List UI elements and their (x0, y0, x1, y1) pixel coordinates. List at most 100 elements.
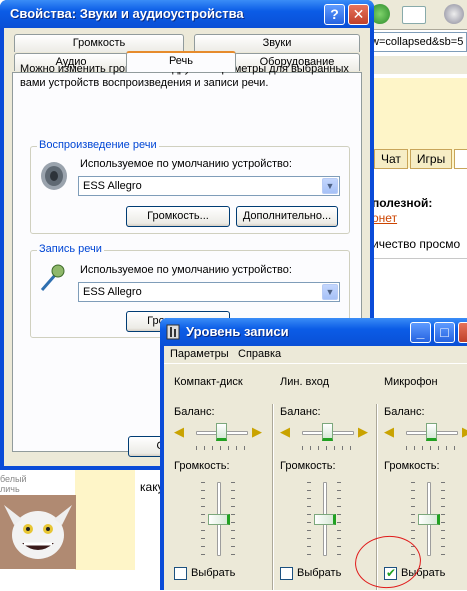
balance-tick (318, 446, 319, 450)
balance-slider-thumb[interactable] (216, 423, 227, 441)
volume-tick (441, 506, 445, 507)
volume-tick (441, 482, 445, 483)
volume-slider-thumb[interactable] (208, 514, 230, 525)
volume-tick (201, 522, 205, 523)
select-checkbox[interactable] (280, 567, 293, 580)
address-bar[interactable]: w=collapsed&sb=5 (368, 32, 467, 52)
volume-tick (307, 498, 311, 499)
balance-label: Баланс: (384, 406, 425, 418)
playback-device-label: Используемое по умолчанию устройство: (80, 158, 292, 170)
chevron-down-icon[interactable]: ▼ (322, 284, 338, 300)
volume-tick (201, 546, 205, 547)
volume-tick (201, 530, 205, 531)
balance-tick (310, 446, 311, 450)
maximize-button[interactable]: □ (434, 322, 455, 343)
volume-label: Громкость: (174, 460, 230, 472)
tab-sounds[interactable]: Звуки (194, 34, 360, 52)
speaker-left-icon: ◀ (174, 424, 184, 439)
speaker-right-icon: ▶ (462, 424, 467, 440)
playback-group-title: Воспроизведение речи (37, 139, 159, 151)
balance-tick (446, 446, 447, 450)
balance-tick (430, 446, 431, 450)
menu-help[interactable]: Справка (238, 348, 281, 360)
select-label: Выбрать (297, 567, 342, 579)
volume-tick (337, 498, 341, 499)
volume-tick (231, 490, 235, 491)
balance-tick (204, 446, 205, 450)
volume-tick (337, 482, 341, 483)
site-tab-games[interactable]: Игры (409, 149, 453, 169)
balance-tick (350, 446, 351, 450)
menu-options[interactable]: Параметры (170, 348, 229, 360)
page-link[interactable]: онет (372, 211, 397, 225)
volume-tick (231, 530, 235, 531)
volume-tick (201, 490, 205, 491)
page-heading: полезной: (372, 196, 433, 210)
page-divider (370, 258, 467, 259)
playback-volume-button[interactable]: Громкость... (126, 206, 230, 227)
tab-volume[interactable]: Громкость (14, 34, 184, 52)
select-checkbox[interactable] (174, 567, 187, 580)
volume-tick (307, 530, 311, 531)
menu-bar: Параметры Справка (164, 346, 467, 364)
balance-tick (196, 446, 197, 450)
close-button[interactable] (458, 322, 467, 343)
volume-tick (411, 498, 415, 499)
balance-tick (342, 446, 343, 450)
volume-tick (441, 546, 445, 547)
balance-tick (326, 446, 327, 450)
site-tab-chat[interactable]: Чат (374, 149, 408, 169)
speaker-right-icon: ▶ (252, 424, 262, 439)
recording-device-select[interactable]: ESS Allegro ▼ (78, 282, 340, 302)
print-icon[interactable] (444, 4, 464, 24)
volume-tick (307, 490, 311, 491)
mail-icon[interactable] (402, 6, 426, 24)
dialog-title: Свойства: Звуки и аудиоустройства (10, 6, 244, 21)
volume-tick (441, 538, 445, 539)
balance-slider-thumb[interactable] (322, 423, 333, 441)
playback-advanced-button[interactable]: Дополнительно... (236, 206, 338, 227)
volume-tick (231, 546, 235, 547)
balance-tick (236, 446, 237, 450)
volume-tick (337, 554, 341, 555)
volume-tick (441, 530, 445, 531)
site-tab-extra[interactable] (454, 149, 467, 169)
volume-tick (441, 490, 445, 491)
creature-avatar[interactable] (0, 495, 76, 569)
dialog-titlebar[interactable]: Свойства: Звуки и аудиоустройства ? ✕ (0, 0, 374, 28)
volume-tick (201, 482, 205, 483)
volume-tick (201, 514, 205, 515)
column-separator (272, 404, 274, 590)
balance-tick (302, 446, 303, 450)
balance-tick (212, 446, 213, 450)
recording-titlebar[interactable]: Уровень записи _ □ (160, 318, 467, 346)
volume-tick (337, 546, 341, 547)
close-button[interactable]: ✕ (348, 4, 369, 25)
chevron-down-icon[interactable]: ▼ (322, 178, 338, 194)
volume-tick (441, 514, 445, 515)
site-tabs: Чат Игры (374, 149, 467, 169)
volume-tick (337, 522, 341, 523)
volume-tick (307, 514, 311, 515)
balance-slider-thumb[interactable] (426, 423, 437, 441)
volume-tick (231, 514, 235, 515)
volume-tick (411, 538, 415, 539)
tab-speech[interactable]: Речь (126, 51, 236, 72)
volume-tick (441, 522, 445, 523)
page-side-panel (75, 460, 135, 570)
help-button[interactable]: ? (324, 4, 345, 25)
volume-tick (231, 506, 235, 507)
volume-tick (411, 506, 415, 507)
volume-tick (411, 490, 415, 491)
volume-tick (411, 530, 415, 531)
volume-slider-thumb[interactable] (418, 514, 440, 525)
minimize-button[interactable]: _ (410, 322, 431, 343)
volume-tick (231, 498, 235, 499)
volume-slider-thumb[interactable] (314, 514, 336, 525)
volume-tick (201, 554, 205, 555)
playback-device-select[interactable]: ESS Allegro ▼ (78, 176, 340, 196)
mixer-column-title: Микрофон (384, 376, 438, 388)
playback-device-value: ESS Allegro (83, 180, 142, 192)
volume-tick (231, 538, 235, 539)
mixer-area (164, 366, 467, 590)
